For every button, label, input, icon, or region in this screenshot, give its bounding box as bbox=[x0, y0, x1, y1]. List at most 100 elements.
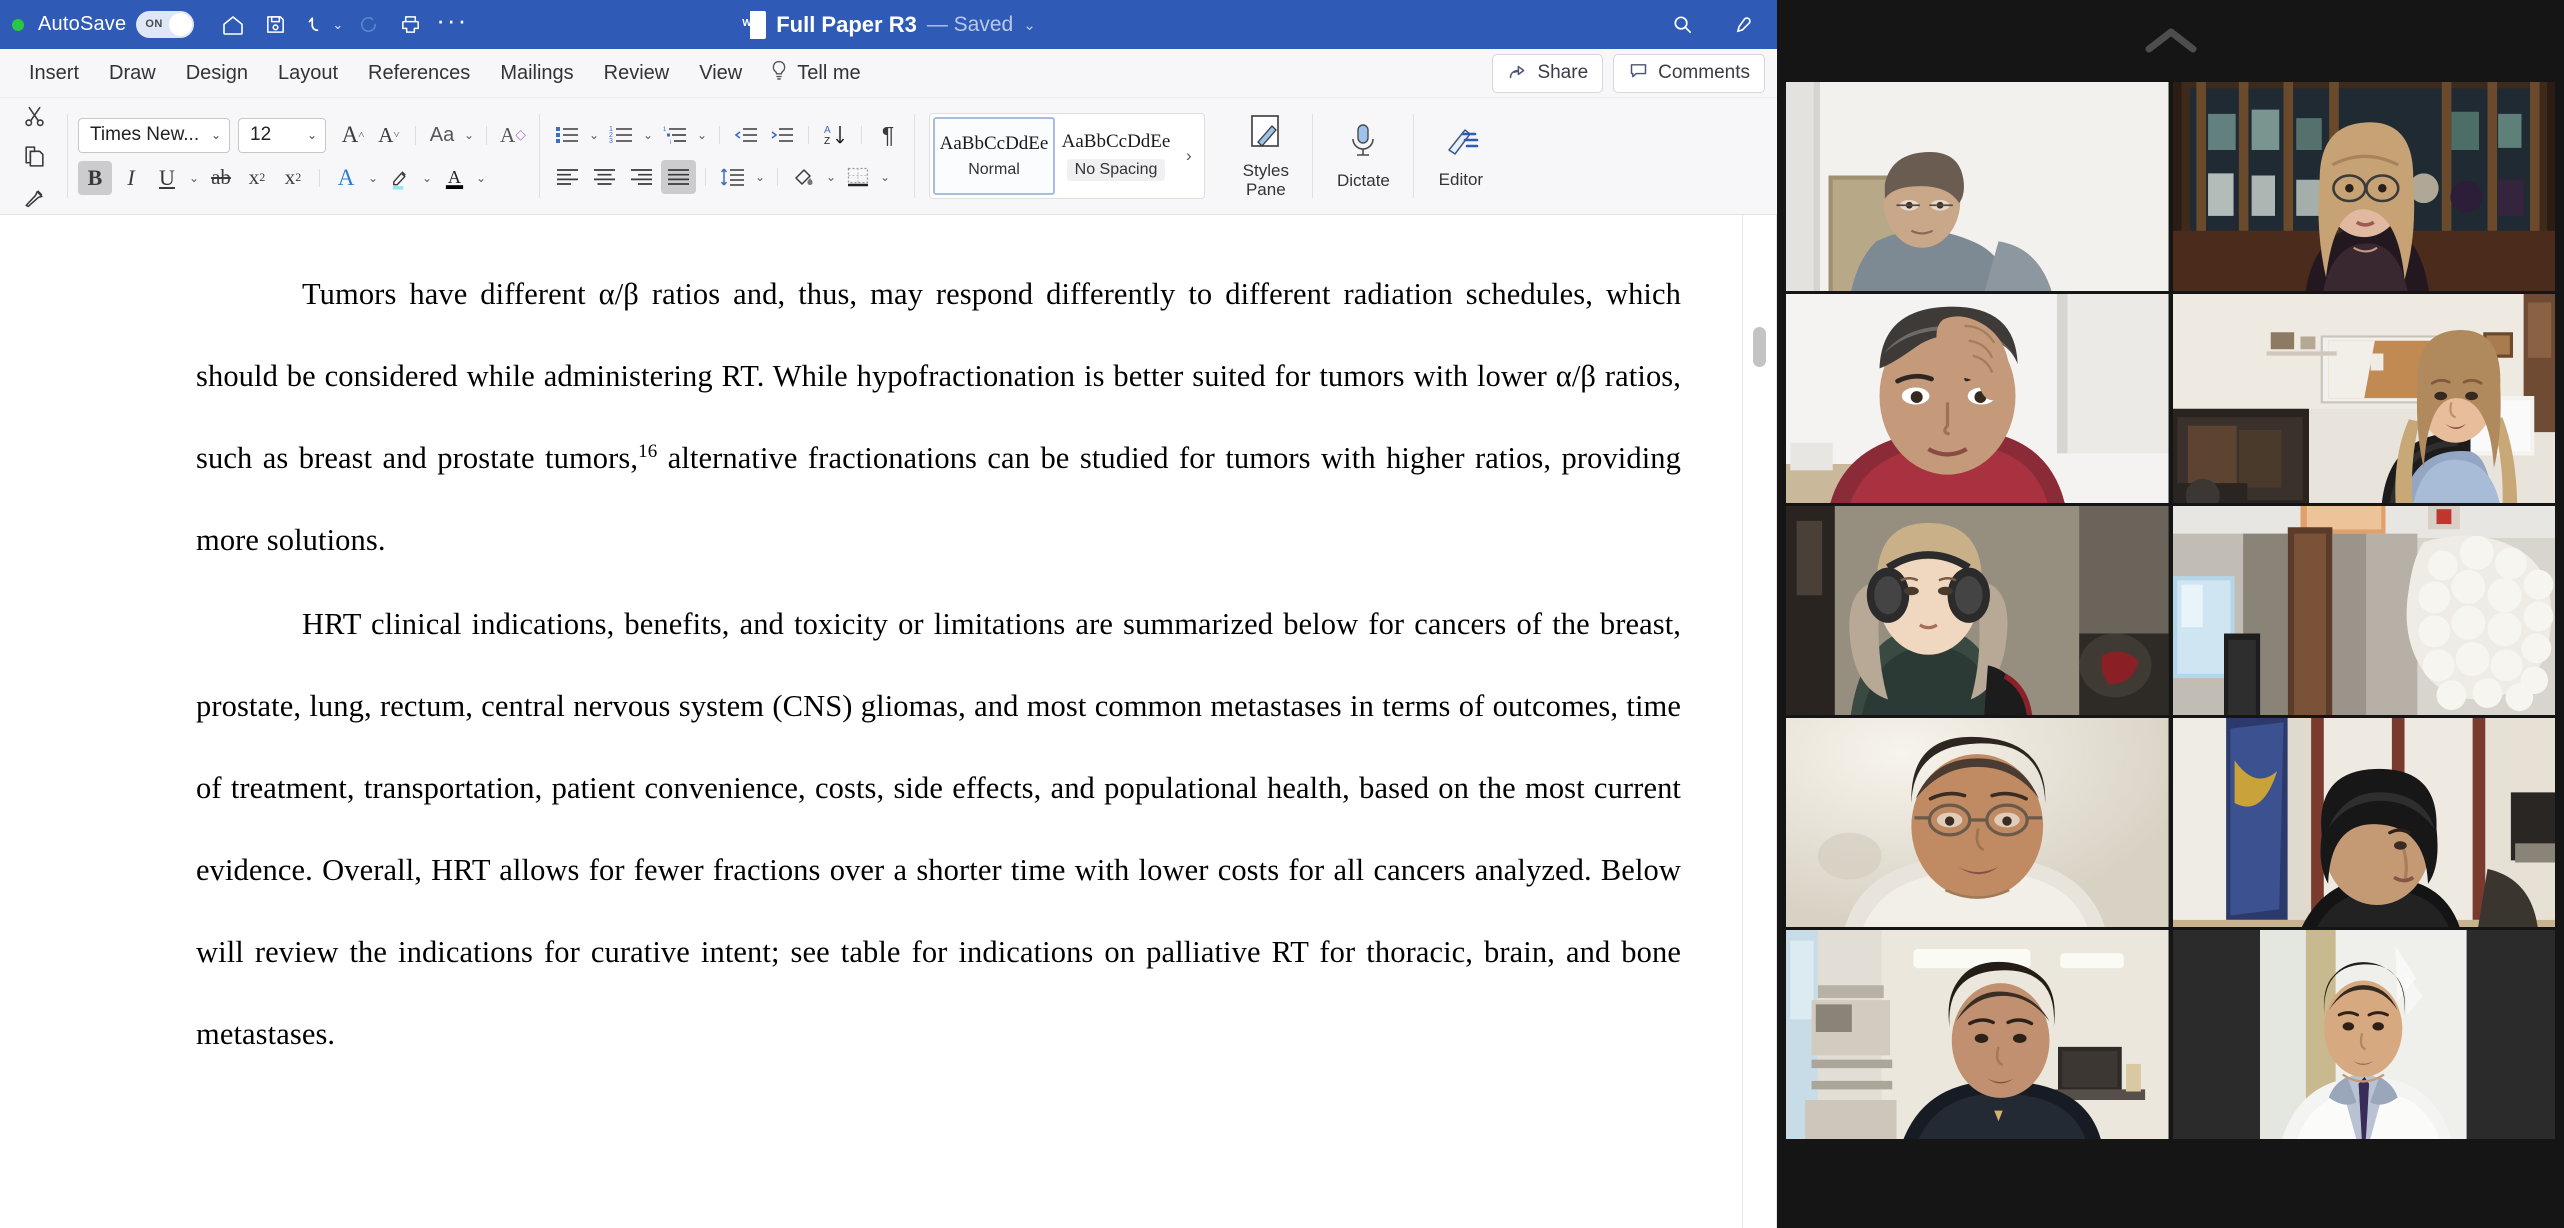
font-color-icon[interactable]: A bbox=[437, 161, 471, 195]
dictate-button[interactable]: Dictate bbox=[1323, 98, 1404, 214]
tab-insert[interactable]: Insert bbox=[14, 58, 94, 89]
document-page[interactable]: Tumors have different α/β ratios and, th… bbox=[0, 215, 1777, 1228]
copy-icon[interactable] bbox=[17, 139, 51, 173]
font-name-combo[interactable]: Times New... ⌄ bbox=[78, 117, 230, 153]
participant-tile-6[interactable] bbox=[2172, 506, 2555, 715]
styles-gallery-more-icon[interactable]: › bbox=[1177, 146, 1201, 166]
bullet-list-icon[interactable] bbox=[550, 118, 584, 152]
change-case-caret-icon[interactable]: ⌄ bbox=[461, 128, 477, 142]
line-spacing-caret-icon[interactable]: ⌄ bbox=[752, 170, 768, 184]
share-button[interactable]: Share bbox=[1492, 53, 1604, 93]
borders-caret-icon[interactable]: ⌄ bbox=[877, 170, 893, 184]
clear-formatting-icon[interactable]: A ◇ bbox=[496, 118, 530, 152]
style-card-no-spacing[interactable]: AaBbCcDdEe No Spacing bbox=[1055, 117, 1177, 195]
editor-pen-icon bbox=[1443, 122, 1479, 165]
sort-az-icon[interactable]: AZ bbox=[818, 118, 852, 152]
highlight-caret-icon[interactable]: ⌄ bbox=[419, 171, 435, 185]
save-icon[interactable] bbox=[254, 4, 296, 46]
cut-icon[interactable] bbox=[17, 99, 51, 133]
font-size-combo[interactable]: 12 ⌄ bbox=[238, 117, 326, 153]
align-right-icon[interactable] bbox=[624, 160, 659, 194]
print-icon[interactable] bbox=[389, 4, 431, 46]
multilevel-list-icon[interactable]: 1i bbox=[658, 118, 692, 152]
tell-me-button[interactable]: Tell me bbox=[757, 55, 872, 92]
numbered-list-icon[interactable]: 123 bbox=[604, 118, 638, 152]
align-left-icon[interactable] bbox=[550, 160, 585, 194]
home-icon[interactable] bbox=[212, 4, 254, 46]
ribbon-display-options-icon[interactable] bbox=[1721, 4, 1763, 46]
justify-icon[interactable] bbox=[661, 160, 696, 194]
show-formatting-marks-icon[interactable]: ¶ bbox=[871, 118, 905, 152]
line-spacing-icon[interactable] bbox=[715, 160, 750, 194]
participant-tile-2[interactable] bbox=[2172, 82, 2555, 291]
numbered-list-caret-icon[interactable]: ⌄ bbox=[640, 128, 656, 142]
collapse-gallery-button[interactable] bbox=[1777, 0, 2564, 82]
align-center-icon[interactable] bbox=[587, 160, 622, 194]
tab-layout[interactable]: Layout bbox=[263, 58, 353, 89]
participant-tile-5[interactable] bbox=[1786, 506, 2169, 715]
autosave-toggle[interactable]: ON bbox=[136, 11, 195, 38]
tab-draw[interactable]: Draw bbox=[94, 58, 171, 89]
window-zoom-button[interactable] bbox=[12, 18, 24, 31]
underline-caret-icon[interactable]: ⌄ bbox=[186, 171, 202, 185]
highlight-color-icon[interactable] bbox=[383, 161, 417, 195]
change-case-button[interactable]: Aa bbox=[425, 118, 459, 152]
shading-icon[interactable] bbox=[787, 160, 821, 194]
svg-text:Z: Z bbox=[824, 136, 830, 147]
grow-font-button[interactable]: A ˄ bbox=[336, 118, 370, 152]
search-icon[interactable] bbox=[1661, 4, 1703, 46]
comments-button[interactable]: Comments bbox=[1613, 53, 1765, 93]
redo-icon[interactable] bbox=[347, 4, 389, 46]
bullet-list-caret-icon[interactable]: ⌄ bbox=[586, 128, 602, 142]
more-commands-icon[interactable]: ··· bbox=[431, 4, 473, 46]
document-area[interactable]: Tumors have different α/β ratios and, th… bbox=[0, 215, 1777, 1228]
document-status-caret-icon[interactable]: ⌄ bbox=[1023, 16, 1036, 34]
underline-button[interactable]: U bbox=[150, 161, 184, 195]
style-card-normal[interactable]: AaBbCcDdEe Normal bbox=[933, 117, 1055, 195]
borders-icon[interactable] bbox=[841, 160, 875, 194]
superscript-button[interactable]: x2 bbox=[276, 161, 310, 195]
multilevel-list-caret-icon[interactable]: ⌄ bbox=[694, 128, 710, 142]
participant-tile-10[interactable] bbox=[2172, 930, 2555, 1139]
editor-label: Editor bbox=[1438, 170, 1484, 190]
increase-indent-icon[interactable] bbox=[765, 118, 799, 152]
window-controls[interactable] bbox=[12, 18, 24, 31]
tab-review[interactable]: Review bbox=[589, 58, 685, 89]
shrink-font-button[interactable]: A ˅ bbox=[372, 118, 406, 152]
shading-caret-icon[interactable]: ⌄ bbox=[823, 170, 839, 184]
undo-dropdown-caret[interactable]: ⌄ bbox=[332, 17, 343, 33]
participant-video-1 bbox=[1786, 82, 2169, 291]
text-effects-icon[interactable]: A bbox=[329, 161, 363, 195]
participant-tile-7[interactable] bbox=[1786, 718, 2169, 927]
participant-tile-4[interactable] bbox=[2172, 294, 2555, 503]
tab-references[interactable]: References bbox=[353, 58, 485, 89]
decrease-indent-icon[interactable] bbox=[729, 118, 763, 152]
tab-design[interactable]: Design bbox=[171, 58, 263, 89]
tab-view[interactable]: View bbox=[684, 58, 757, 89]
italic-button[interactable]: I bbox=[114, 161, 148, 195]
styles-gallery[interactable]: AaBbCcDdEe Normal AaBbCcDdEe No Spacing … bbox=[929, 113, 1205, 199]
participant-video-2 bbox=[2172, 82, 2555, 291]
participant-tile-8[interactable] bbox=[2172, 718, 2555, 927]
text-effects-caret-icon[interactable]: ⌄ bbox=[365, 171, 381, 185]
bold-button[interactable]: B bbox=[78, 160, 112, 195]
subscript-button[interactable]: x2 bbox=[240, 161, 274, 195]
tab-mailings[interactable]: Mailings bbox=[485, 58, 588, 89]
scrollbar-thumb[interactable] bbox=[1753, 327, 1766, 367]
participant-tile-3[interactable] bbox=[1786, 294, 2169, 503]
font-divider-1 bbox=[415, 125, 416, 145]
participant-video-3 bbox=[1786, 294, 2169, 503]
participant-tile-9[interactable] bbox=[1786, 930, 2169, 1139]
format-painter-icon[interactable] bbox=[17, 179, 51, 213]
styles-pane-label-line2: Pane bbox=[1245, 180, 1286, 199]
document-vertical-scrollbar[interactable] bbox=[1749, 215, 1769, 1228]
style-name-normal: Normal bbox=[968, 161, 1020, 178]
participant-tile-1[interactable] bbox=[1786, 82, 2169, 291]
font-color-caret-icon[interactable]: ⌄ bbox=[473, 171, 489, 185]
tell-me-label: Tell me bbox=[797, 61, 861, 84]
styles-pane-button[interactable]: Styles Pane bbox=[1229, 98, 1303, 214]
strikethrough-button[interactable]: ab bbox=[204, 161, 238, 195]
document-title[interactable]: Full Paper R3 bbox=[776, 12, 917, 38]
styles-pane-label-line1: Styles bbox=[1242, 160, 1289, 180]
editor-button[interactable]: Editor bbox=[1424, 98, 1498, 214]
